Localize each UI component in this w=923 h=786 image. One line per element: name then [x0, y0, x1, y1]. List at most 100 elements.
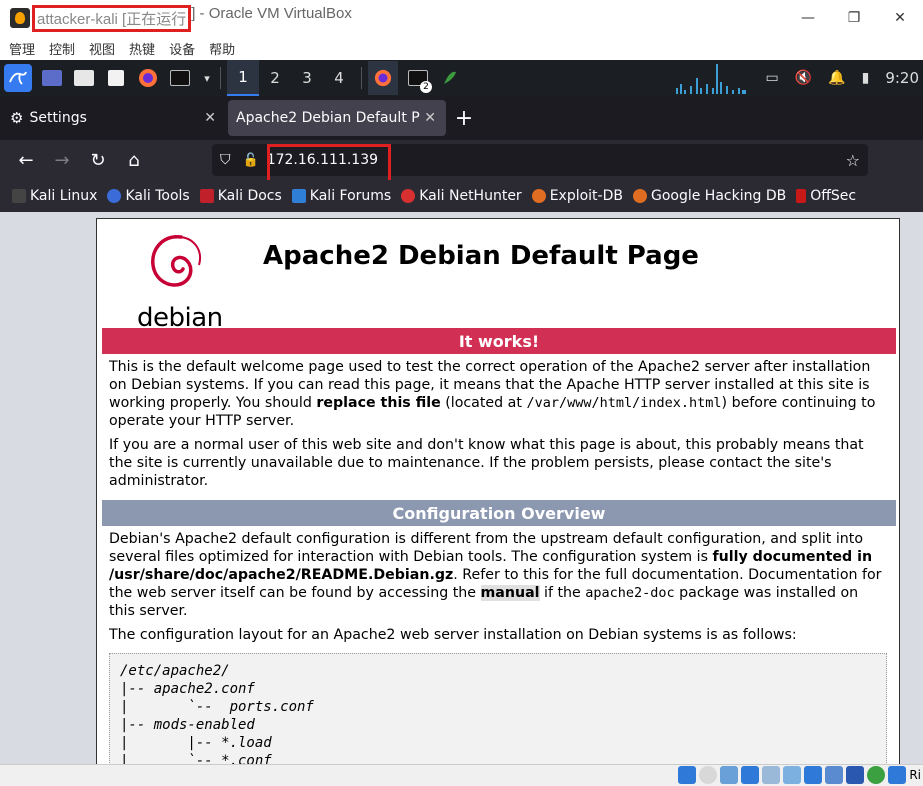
bookmark-label: OffSec — [810, 188, 857, 204]
code-line: | |-- *.load — [120, 735, 272, 751]
section-heading-config-overview: Configuration Overview — [102, 500, 896, 526]
text: if the — [539, 585, 586, 601]
bookmark-kali-linux[interactable]: Kali Linux — [12, 188, 97, 204]
code-line: |-- mods-enabled — [120, 717, 255, 733]
insecure-lock-icon[interactable]: 🔓 — [243, 153, 259, 168]
bookmark-star-icon[interactable]: ☆ — [846, 151, 860, 170]
menu-devices[interactable]: 设备 — [169, 39, 195, 58]
menu-control[interactable]: 控制 — [49, 39, 75, 58]
hard-disk-icon[interactable] — [678, 766, 697, 784]
workspace-1[interactable]: 1 — [227, 60, 259, 96]
bookmark-label: Kali NetHunter — [419, 188, 522, 204]
close-tab-icon[interactable]: ✕ — [204, 110, 216, 126]
reload-button[interactable]: ↻ — [80, 144, 116, 176]
kali-tools-icon — [107, 189, 122, 203]
terminal-task-icon[interactable]: 2 — [406, 67, 432, 93]
notification-bell-icon[interactable]: 🔔 — [828, 70, 845, 86]
volume-muted-icon[interactable]: 🔇 — [795, 70, 812, 86]
bookmark-kali-forums[interactable]: Kali Forums — [291, 188, 391, 204]
display-icon[interactable]: ▭ — [765, 70, 778, 86]
clock[interactable]: 9:20 — [885, 69, 919, 87]
back-button[interactable]: ← — [8, 144, 44, 176]
code-line: | `-- ports.conf — [120, 699, 314, 715]
file-manager-icon[interactable] — [72, 67, 96, 89]
layout-paragraph: The configuration layout for an Apache2 … — [109, 627, 797, 643]
bookmark-exploit-db[interactable]: Exploit-DB — [531, 188, 623, 204]
optical-drive-icon[interactable] — [699, 766, 718, 784]
display-icon[interactable] — [804, 766, 823, 784]
home-button[interactable]: ⌂ — [116, 144, 152, 176]
code-line: | `-- *.conf — [120, 753, 272, 764]
bookmark-label: Kali Docs — [217, 188, 282, 204]
firefox-task-icon[interactable] — [368, 61, 398, 95]
vbox-status-bar: Ri — [0, 764, 923, 786]
bookmarks-toolbar: Kali Linux Kali Tools Kali Docs Kali For… — [0, 180, 923, 212]
vbox-title-bar: attacker-kali [正在运行] - Oracle VM Virtual… — [0, 0, 923, 36]
bookmark-kali-docs[interactable]: Kali Docs — [199, 188, 282, 204]
vm-name: attacker-kali [ — [37, 10, 127, 28]
shared-folder-icon[interactable] — [783, 766, 802, 784]
tab-settings[interactable]: ⚙ Settings ✕ — [0, 100, 226, 136]
section-heading-it-works: It works! — [102, 328, 896, 354]
menu-manage[interactable]: 管理 — [9, 39, 35, 58]
code-line: /etc/apache2/ — [120, 663, 230, 679]
kali-dragon-icon — [12, 189, 26, 203]
bookmark-label: Kali Tools — [125, 188, 190, 204]
keyboard-capture-icon[interactable] — [888, 766, 907, 784]
firefox-icon[interactable] — [136, 67, 160, 89]
bookmark-kali-tools[interactable]: Kali Tools — [107, 188, 190, 204]
burp-task-icon[interactable] — [438, 67, 462, 89]
url-bar[interactable]: ⛉ 🔓 172.16.111.139 ☆ — [212, 144, 868, 184]
workspace-3[interactable]: 3 — [291, 60, 323, 96]
firefox-navbar: ← → ↻ ⌂ ⛉ 🔓 172.16.111.139 ☆ — [0, 140, 923, 184]
gear-icon: ⚙ — [10, 109, 24, 127]
recording-icon[interactable] — [825, 766, 844, 784]
ghdb-icon — [632, 189, 647, 203]
config-paragraph: Debian's Apache2 default configuration i… — [109, 530, 885, 620]
vt-x-icon[interactable] — [846, 766, 865, 784]
terminal-icon[interactable] — [168, 67, 192, 89]
forward-button[interactable]: → — [44, 144, 80, 176]
vm-name-highlight: attacker-kali [正在运行 — [32, 4, 192, 32]
window-title: attacker-kali [正在运行] - Oracle VM Virtual… — [32, 4, 352, 32]
chevron-down-icon[interactable]: ▾ — [200, 67, 214, 89]
bookmark-label: Exploit-DB — [549, 188, 623, 204]
kali-forums-icon — [291, 189, 306, 203]
menu-view[interactable]: 视图 — [89, 39, 115, 58]
virtualbox-app-icon — [10, 8, 30, 28]
workspace-2[interactable]: 2 — [259, 60, 291, 96]
intro-paragraph: This is the default welcome page used to… — [109, 358, 885, 430]
close-button[interactable]: ✕ — [877, 0, 923, 36]
show-desktop-icon[interactable] — [40, 67, 64, 89]
tab-label: Apache2 Debian Default Page — [236, 110, 420, 126]
text: (located at — [440, 395, 527, 411]
text-editor-icon[interactable] — [104, 67, 128, 89]
menu-hotkeys[interactable]: 热键 — [129, 39, 155, 58]
network-activity-graph-icon — [676, 64, 746, 94]
bookmark-kali-nethunter[interactable]: Kali NetHunter — [401, 188, 522, 204]
new-tab-button[interactable]: + — [446, 100, 482, 136]
vm-state: 正在运行 — [126, 10, 187, 28]
code-path: /var/www/html/index.html — [526, 395, 722, 411]
audio-icon[interactable] — [720, 766, 739, 784]
tab-apache-default[interactable]: Apache2 Debian Default Page ✕ — [228, 100, 446, 136]
bookmark-google-hacking-db[interactable]: Google Hacking DB — [632, 188, 786, 204]
network-icon[interactable] — [741, 766, 760, 784]
code-package: apache2-doc — [585, 585, 675, 601]
kali-menu-icon[interactable] — [4, 64, 32, 92]
apache-default-page: debian Apache2 Debian Default Page It wo… — [96, 218, 900, 764]
bookmark-offsec[interactable]: OffSec — [796, 188, 856, 204]
menu-help[interactable]: 帮助 — [209, 39, 235, 58]
usb-icon[interactable] — [762, 766, 781, 784]
url-highlight-box — [267, 144, 391, 184]
restore-button[interactable]: ❐ — [831, 0, 877, 36]
terminal-count-badge: 2 — [420, 81, 432, 93]
workspace-4[interactable]: 4 — [323, 60, 355, 96]
minimize-button[interactable]: — — [785, 0, 831, 36]
shield-icon[interactable]: ⛉ — [220, 152, 231, 168]
manual-link[interactable]: manual — [480, 585, 540, 601]
page-viewport: debian Apache2 Debian Default Page It wo… — [0, 212, 923, 764]
exploit-db-icon — [531, 189, 546, 203]
mouse-integration-icon[interactable] — [867, 766, 886, 784]
close-tab-icon[interactable]: ✕ — [424, 110, 436, 126]
